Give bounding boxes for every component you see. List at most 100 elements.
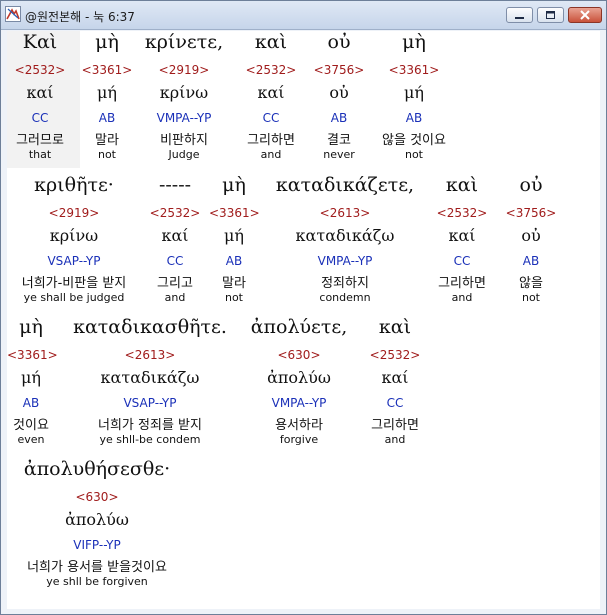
- korean-gloss: 그리고: [157, 276, 193, 291]
- greek-word: -----: [158, 174, 192, 196]
- greek-word: οὐ: [327, 31, 351, 53]
- korean-gloss: 그리하면: [438, 276, 486, 291]
- lemma: καταδικάζω: [295, 226, 395, 245]
- strong-number[interactable]: <2919>: [7, 206, 141, 220]
- lemma: μή: [404, 83, 424, 102]
- minimize-icon: [515, 17, 524, 19]
- korean-gloss: 그리하면: [371, 418, 419, 433]
- parsing-code: VMPA--YP: [271, 396, 327, 410]
- parsing-code: VMPA--YP: [317, 254, 373, 268]
- english-gloss: not: [404, 148, 423, 161]
- app-window: @원전본해 - 눅 6:37 Καὶ <2532> καί CC 그러므로 th…: [0, 0, 607, 615]
- word-column[interactable]: ἀπολυθήσεσθε· <630> ἀπολύω VIFP--YP 너희가 …: [7, 458, 187, 593]
- word-column[interactable]: κριθῆτε· <2919> κρίνω VSAP--YP 너희가-비판을 받…: [7, 174, 141, 309]
- word-column[interactable]: μὴ <3361> μή AB 것이요 even: [7, 316, 58, 451]
- korean-gloss: 않을: [519, 276, 543, 291]
- strong-number[interactable]: <2613>: [61, 348, 239, 362]
- korean-gloss: 너희가-비판을 받지: [21, 276, 127, 291]
- greek-word: Καὶ: [22, 31, 58, 53]
- greek-word: μὴ: [19, 316, 43, 338]
- word-column[interactable]: ----- <2532> καί CC 그리고 and: [147, 174, 203, 309]
- parsing-code: CC: [453, 254, 471, 268]
- word-column[interactable]: μὴ <3361> μή AB 않을 것이요 not: [369, 31, 459, 166]
- english-gloss: not: [97, 148, 116, 161]
- greek-word: καὶ: [254, 31, 288, 53]
- interlinear-text-view[interactable]: Καὶ <2532> καί CC 그러므로 that μὴ <3361> μή…: [7, 31, 600, 609]
- parsing-code: AB: [98, 111, 116, 125]
- strong-number[interactable]: <3361>: [209, 206, 260, 220]
- lemma: κρίνω: [49, 226, 99, 245]
- word-column[interactable]: Καὶ <2532> καί CC 그러므로 that: [7, 31, 73, 166]
- close-button[interactable]: [568, 7, 602, 23]
- parsing-code: CC: [262, 111, 280, 125]
- strong-number[interactable]: <630>: [241, 348, 357, 362]
- korean-gloss: 않을 것이요: [382, 133, 446, 148]
- word-column[interactable]: καὶ <2532> καί CC 그리하면 and: [429, 174, 495, 309]
- strong-number[interactable]: <2532>: [147, 206, 203, 220]
- strong-number[interactable]: <3361>: [7, 348, 58, 362]
- minimize-button[interactable]: [506, 7, 533, 23]
- word-column[interactable]: μὴ <3361> μή AB 말라 not: [209, 174, 260, 309]
- lemma: οὐ: [521, 226, 541, 245]
- korean-gloss: 너희가 용서를 받을것이요: [27, 560, 167, 575]
- lemma: καί: [26, 83, 54, 102]
- english-gloss: ye shall be judged: [23, 291, 125, 304]
- english-gloss: ye shll-be condem: [99, 433, 201, 446]
- parsing-code: AB: [22, 396, 40, 410]
- parsing-code: VSAP--YP: [123, 396, 177, 410]
- word-column[interactable]: καὶ <2532> καί CC 그리하면 and: [237, 31, 305, 166]
- korean-gloss: 용서하라: [275, 418, 323, 433]
- parsing-code: CC: [386, 396, 404, 410]
- english-gloss: even: [17, 433, 45, 446]
- maximize-button[interactable]: [537, 7, 564, 23]
- greek-word: καταδικασθῆτε.: [73, 316, 227, 338]
- greek-word: καὶ: [445, 174, 479, 196]
- strong-number[interactable]: <2532>: [7, 63, 73, 77]
- strong-number[interactable]: <3361>: [77, 63, 137, 77]
- lemma: μή: [224, 226, 244, 245]
- word-column[interactable]: ἀπολύετε, <630> ἀπολύω VMPA--YP 용서하라 for…: [241, 316, 357, 451]
- english-gloss: never: [323, 148, 355, 161]
- lemma: καί: [448, 226, 476, 245]
- greek-word: ἀπολυθήσεσθε·: [23, 458, 171, 480]
- strong-number[interactable]: <2919>: [139, 63, 229, 77]
- korean-gloss: 것이요: [13, 418, 49, 433]
- english-gloss: and: [164, 291, 186, 304]
- greek-word: κρίνετε,: [144, 31, 224, 53]
- word-column[interactable]: μὴ <3361> μή AB 말라 not: [77, 31, 137, 166]
- korean-gloss: 그리하면: [247, 133, 295, 148]
- korean-gloss: 정죄하지: [321, 276, 369, 291]
- korean-gloss: 결코: [327, 133, 351, 148]
- parsing-code: CC: [31, 111, 49, 125]
- english-gloss: condemn: [319, 291, 371, 304]
- lemma: καί: [257, 83, 285, 102]
- greek-word: μὴ: [95, 31, 119, 53]
- parsing-code: AB: [330, 111, 348, 125]
- greek-word: μὴ: [402, 31, 426, 53]
- strong-number[interactable]: <2532>: [237, 63, 305, 77]
- title-bar[interactable]: @원전본해 - 눅 6:37: [1, 1, 606, 30]
- english-gloss: and: [384, 433, 406, 446]
- strong-number[interactable]: <3361>: [369, 63, 459, 77]
- window-title: @원전본해 - 눅 6:37: [25, 10, 135, 24]
- word-column[interactable]: κρίνετε, <2919> κρίνω VMPA--YP 비판하지 Judg…: [139, 31, 229, 166]
- english-gloss: forgive: [279, 433, 319, 446]
- strong-number[interactable]: <630>: [7, 490, 187, 504]
- strong-number[interactable]: <2532>: [429, 206, 495, 220]
- english-gloss: not: [224, 291, 243, 304]
- strong-number[interactable]: <2532>: [359, 348, 431, 362]
- word-column[interactable]: καταδικασθῆτε. <2613> καταδικάζω VSAP--Y…: [61, 316, 239, 451]
- word-column[interactable]: καταδικάζετε, <2613> καταδικάζω VMPA--YP…: [265, 174, 425, 309]
- strong-number[interactable]: <2613>: [265, 206, 425, 220]
- strong-number[interactable]: <3756>: [311, 63, 367, 77]
- word-column[interactable]: οὐ <3756> οὐ AB 않을 not: [503, 174, 559, 309]
- english-gloss: and: [451, 291, 473, 304]
- strong-number[interactable]: <3756>: [503, 206, 559, 220]
- greek-word: κριθῆτε·: [34, 174, 114, 196]
- parsing-code: CC: [166, 254, 184, 268]
- lemma: καί: [161, 226, 189, 245]
- english-gloss: and: [260, 148, 282, 161]
- greek-word: μὴ: [222, 174, 246, 196]
- word-column[interactable]: καὶ <2532> καί CC 그리하면 and: [359, 316, 431, 451]
- word-column[interactable]: οὐ <3756> οὐ AB 결코 never: [311, 31, 367, 166]
